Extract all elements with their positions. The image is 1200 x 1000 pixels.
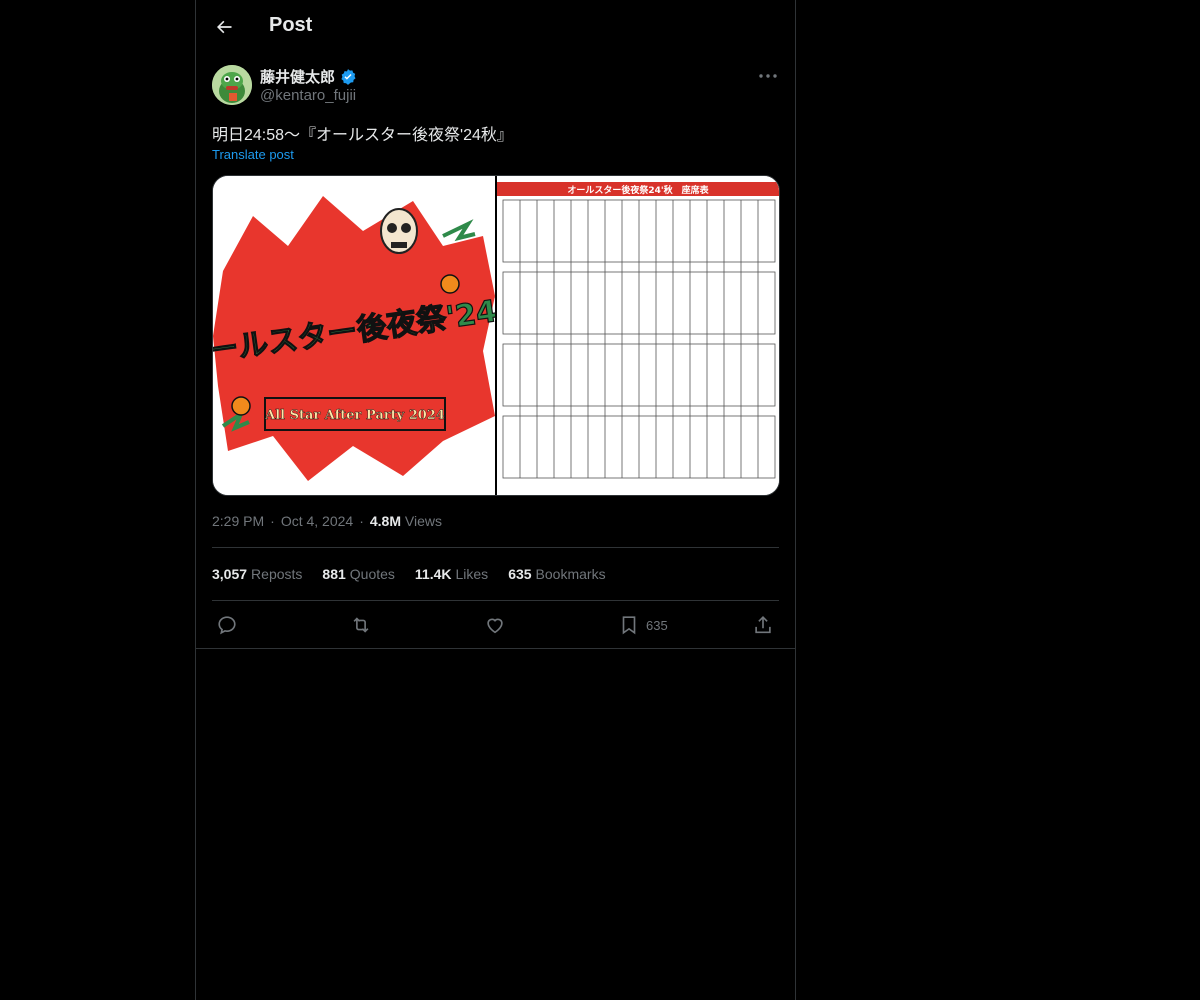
skull-icon (380, 208, 418, 254)
post-header: Post (196, 0, 795, 54)
orange-pumpkin-icon (231, 396, 251, 416)
bookmark-button[interactable]: 635 (618, 612, 668, 638)
engagement-stats: 3,057 Reposts 881 Quotes 11.4K Likes 635 Boo… (212, 566, 606, 582)
bookmarks-label: Bookmarks (535, 566, 606, 582)
meta-separator: · (270, 513, 275, 529)
repost-button[interactable] (350, 612, 372, 638)
post-date[interactable]: Oct 4, 2024 (281, 513, 353, 529)
views-label: Views (404, 513, 442, 529)
bookmarks-stat[interactable]: 635 Bookmarks (508, 566, 605, 582)
bookmarks-count: 635 (508, 566, 532, 582)
post-time[interactable]: 2:29 PM (212, 513, 264, 529)
back-button[interactable] (206, 9, 242, 45)
post-text: 明日24:58〜『オールスター後夜祭'24秋』 (212, 127, 513, 144)
bookmark-icon (622, 616, 636, 635)
reposts-stat[interactable]: 3,057 Reposts (212, 566, 302, 582)
post-media[interactable]: オールスター後夜祭'24秋 All Star After Party 2024 … (212, 175, 780, 496)
bookmark-count: 635 (646, 617, 668, 633)
views-count: 4.8M (369, 513, 401, 529)
share-icon (755, 616, 771, 634)
quotes-label: Quotes (349, 566, 395, 582)
media-image: オールスター後夜祭'24秋 All Star After Party 2024 … (213, 176, 779, 495)
reply-button[interactable] (216, 612, 238, 638)
more-dots-icon (759, 74, 777, 78)
avatar-image (212, 65, 252, 105)
author-name-text: 藤井健太郎 (260, 69, 336, 86)
views-stat[interactable]: 4.8M Views (370, 513, 442, 529)
orange-pumpkin-icon (440, 274, 460, 294)
divider (212, 600, 779, 601)
arrow-left-icon (217, 20, 232, 34)
reposts-label: Reposts (251, 566, 303, 582)
likes-label: Likes (455, 566, 489, 582)
repost-icon (353, 617, 369, 633)
quotes-stat[interactable]: 881 Quotes (322, 566, 395, 582)
meta-separator: · (359, 513, 364, 529)
page-title: Post (269, 14, 313, 36)
more-options-button[interactable] (756, 66, 780, 86)
avatar[interactable] (212, 65, 252, 105)
heart-icon (487, 618, 503, 634)
verified-badge-icon (341, 68, 356, 85)
likes-count: 11.4K (414, 566, 452, 582)
translate-post-link[interactable]: Translate post (212, 147, 294, 162)
media-banner-text: All Star After Party 2024 (264, 408, 445, 423)
author-name[interactable]: 藤井健太郎 (260, 66, 357, 87)
like-button[interactable] (484, 612, 506, 638)
post-column: Post 藤井健太郎 @kentaro_fujii 明日24:58〜『オールスタ… (195, 0, 796, 1000)
likes-stat[interactable]: 11.4K Likes (415, 566, 488, 582)
reply-icon (218, 616, 236, 635)
author-handle[interactable]: @kentaro_fujii (260, 87, 356, 104)
reposts-count: 3,057 (212, 566, 248, 582)
share-button[interactable] (752, 612, 774, 638)
post-bottom-border (196, 648, 795, 649)
seating-chart-title: オールスター後夜祭24'秋 座席表 (567, 184, 709, 196)
quotes-count: 881 (322, 566, 346, 582)
post-meta: 2:29 PM · Oct 4, 2024 · 4.8M Views (212, 513, 442, 529)
divider (212, 547, 779, 548)
